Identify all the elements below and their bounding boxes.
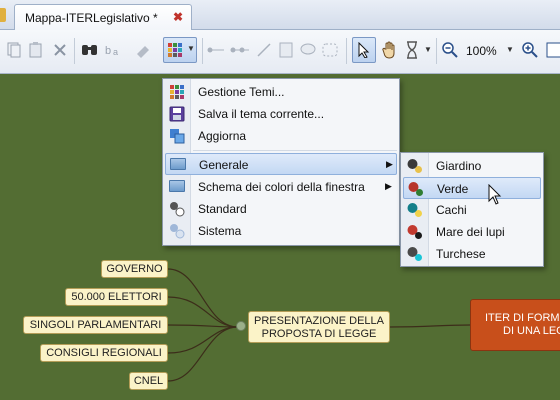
map-node-elettori[interactable]: 50.000 ELETTORI	[65, 288, 168, 306]
theme-menu: Gestione Temi... Salva il tema corrente.…	[162, 78, 400, 246]
submenu-item-giardino[interactable]: Giardino	[403, 155, 541, 177]
submenu-arrow-icon: ▶	[386, 159, 393, 169]
submenu-item-mare-dei-lupi[interactable]: Mare dei lupi	[403, 221, 541, 243]
menu-item-generale[interactable]: Generale ▶	[165, 153, 397, 175]
main-topic-line-1: ITER DI FORM	[485, 312, 560, 324]
giardino-theme-icon	[407, 158, 423, 174]
menu-item-gestione-temi[interactable]: Gestione Temi...	[165, 81, 397, 103]
turchese-theme-icon	[407, 246, 423, 262]
submenu-item-label: Verde	[437, 182, 469, 196]
menu-item-label: Aggiorna	[198, 129, 247, 143]
mouse-pointer-icon	[488, 184, 502, 205]
menu-item-label: Generale	[199, 158, 249, 172]
generale-submenu: Giardino Verde Cachi Mare dei lupi Turch…	[400, 152, 544, 267]
submenu-item-label: Cachi	[436, 203, 467, 217]
system-theme-icon	[169, 223, 185, 239]
menu-item-standard[interactable]: Standard	[165, 198, 397, 220]
map-node-central[interactable]: PRESENTAZIONE DELLA PROPOSTA DI LEGGE	[248, 311, 390, 343]
submenu-item-label: Giardino	[436, 159, 482, 173]
verde-theme-icon	[408, 181, 424, 197]
submenu-item-label: Turchese	[436, 247, 486, 261]
folder-icon	[169, 180, 185, 192]
submenu-item-turchese[interactable]: Turchese	[403, 243, 541, 265]
save-icon	[169, 106, 185, 122]
menu-item-sistema[interactable]: Sistema	[165, 220, 397, 242]
submenu-item-cachi[interactable]: Cachi	[403, 199, 541, 221]
mare-dei-lupi-theme-icon	[407, 224, 423, 240]
map-node-collapse-handle[interactable]	[236, 321, 246, 331]
menu-item-label: Standard	[198, 202, 247, 216]
menu-item-aggiorna[interactable]: Aggiorna	[165, 125, 397, 147]
central-line-1: PRESENTAZIONE DELLA	[254, 315, 384, 327]
folder-icon	[170, 158, 186, 170]
menu-item-label: Salva il tema corrente...	[198, 107, 325, 121]
menu-item-schema-colori[interactable]: Schema dei colori della finestra ▶	[165, 176, 397, 198]
map-node-main-topic[interactable]: ITER DI FORM DI UNA LEG	[470, 299, 560, 351]
standard-theme-icon	[169, 201, 185, 217]
map-node-parlamentari[interactable]: SINGOLI PARLAMENTARI	[23, 316, 168, 334]
submenu-item-verde[interactable]: Verde	[403, 177, 541, 199]
map-node-governo[interactable]: GOVERNO	[101, 260, 168, 278]
map-node-cnel[interactable]: CNEL	[129, 372, 168, 390]
submenu-arrow-icon: ▶	[385, 181, 392, 191]
refresh-icon	[169, 128, 185, 144]
menu-item-label: Sistema	[198, 224, 242, 238]
menu-item-label: Gestione Temi...	[198, 85, 285, 99]
themes-grid-icon	[169, 84, 185, 100]
menu-item-salva-tema[interactable]: Salva il tema corrente...	[165, 103, 397, 125]
main-topic-line-2: DI UNA LEG	[503, 325, 560, 337]
cachi-theme-icon	[407, 202, 423, 218]
menu-item-label: Schema dei colori della finestra	[198, 180, 365, 194]
submenu-item-label: Mare dei lupi	[436, 225, 505, 239]
map-node-consigli[interactable]: CONSIGLI REGIONALI	[40, 344, 168, 362]
central-line-2: PROPOSTA DI LEGGE	[261, 328, 377, 340]
